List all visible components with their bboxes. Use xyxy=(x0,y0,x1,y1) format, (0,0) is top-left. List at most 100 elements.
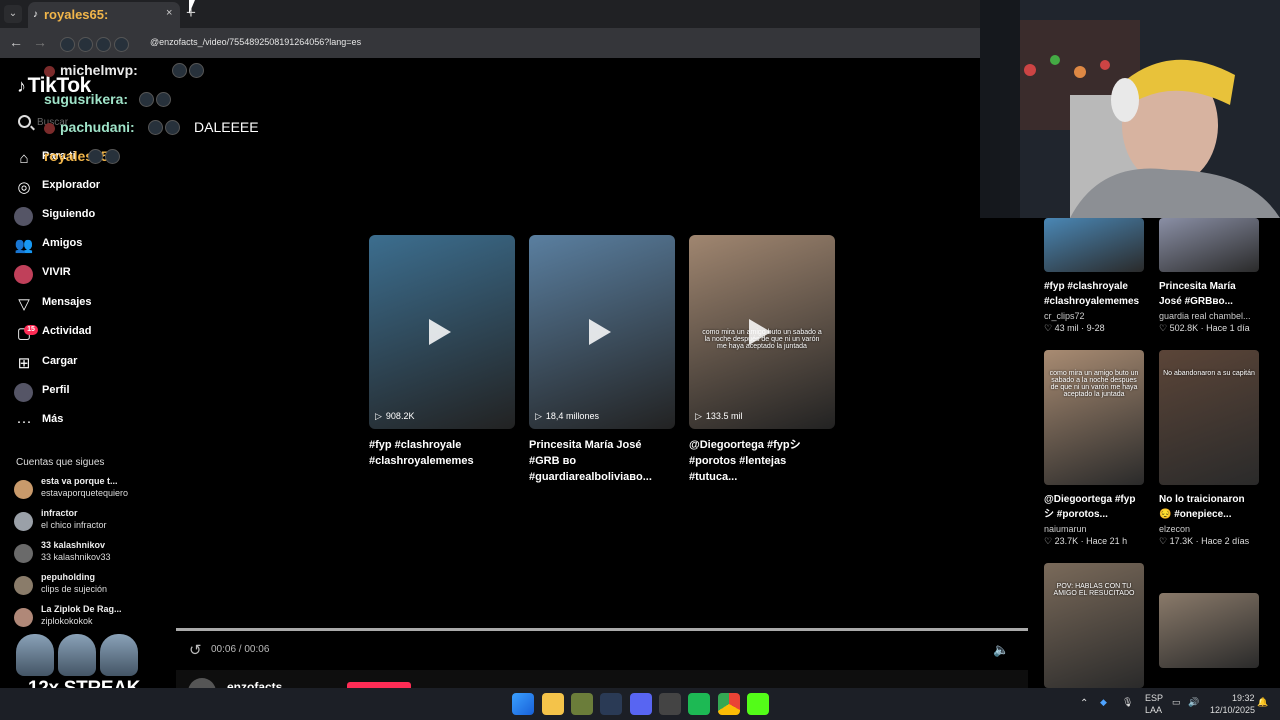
minions-emote xyxy=(16,634,140,676)
sidebar-item-actividad[interactable]: ▢ Actividad xyxy=(14,321,164,347)
recommended-video[interactable]: No abandonaron a su capitán No lo traicio… xyxy=(1159,350,1259,547)
following-item[interactable]: La Ziplok De Rag... ziplokokokok xyxy=(14,604,164,634)
obs-icon[interactable] xyxy=(659,693,681,715)
tray-notifications-icon[interactable]: 🔔 xyxy=(1257,697,1268,708)
following-handle: 33 kalashnikov33 xyxy=(41,552,111,562)
replay-icon[interactable]: ↺ xyxy=(189,641,202,659)
recommended-user[interactable]: naiumarun xyxy=(1044,524,1144,534)
video-card[interactable]: ▷ 908.2K #fyp #clashroyale #clashroyalemem… xyxy=(369,235,515,469)
sidebar-item-siguiendo[interactable]: Siguiendo xyxy=(14,204,164,230)
volume-icon[interactable]: 🔈 xyxy=(993,642,1009,658)
tray-date[interactable]: 12/10/2025 xyxy=(1210,705,1255,715)
following-name: esta va porque t... xyxy=(41,476,118,486)
tab-close-icon[interactable]: × xyxy=(166,7,172,19)
video-title[interactable]: Princesita María José #GRB ʙᴏ #guardiare… xyxy=(529,437,675,485)
sidebar-item-label: Mensajes xyxy=(42,296,92,308)
recommended-user[interactable]: elzecon xyxy=(1159,524,1259,534)
chat-emotes xyxy=(139,92,171,107)
browser-tab[interactable]: ♪ royales65: × xyxy=(28,2,180,28)
profile-avatar-icon xyxy=(14,383,33,402)
sidebar-item-label: Siguiendo xyxy=(42,208,96,220)
recommended-video[interactable]: como mira un amigo buto un sabado a la n… xyxy=(1044,350,1144,547)
tiktok-favicon-icon: ♪ xyxy=(33,9,38,20)
tray-volume-icon[interactable]: 🔊 xyxy=(1188,697,1199,708)
following-item[interactable]: infractor el chico infractor xyxy=(14,508,164,538)
chrome-icon[interactable] xyxy=(718,693,740,715)
tray-mic-icon[interactable]: 🎙 xyxy=(1122,697,1133,708)
video-thumbnail[interactable]: ▷ 908.2K xyxy=(369,235,515,429)
recommended-title[interactable]: @Diegoortega #fyp シ #porotos... xyxy=(1044,492,1144,522)
video-thumbnail[interactable]: como mira un amigo buto un sabado a la n… xyxy=(689,235,835,429)
streamer-webcam xyxy=(980,0,1280,218)
chat-line: michelmvp: xyxy=(44,62,284,82)
back-arrow-icon[interactable]: ← xyxy=(9,34,23,50)
recommended-thumbnail[interactable]: como mira un amigo buto un sabado a la n… xyxy=(1044,350,1144,485)
video-card[interactable]: como mira un amigo buto un sabado a la n… xyxy=(689,235,835,485)
sidebar-item-vivir[interactable]: VIVIR xyxy=(14,262,164,288)
recommended-thumbnail[interactable] xyxy=(1159,593,1259,668)
view-count-value: 908.2K xyxy=(385,411,415,421)
video-thumbnail[interactable]: ▷ 18,4 millones xyxy=(529,235,675,429)
recommended-user[interactable]: guardia real chambel... xyxy=(1159,311,1259,321)
sidebar-item-explorador[interactable]: ◎ Explorador xyxy=(14,175,164,201)
recommended-title[interactable]: Princesita María José #GRBʙo... xyxy=(1159,279,1259,309)
upload-plus-icon: ⊞ xyxy=(17,355,31,372)
chat-badge-icon xyxy=(44,123,55,134)
video-title[interactable]: @Diegoortega #fypシ #porotos #lentejas #t… xyxy=(689,437,835,485)
tray-network-icon[interactable]: ▭ xyxy=(1172,697,1181,708)
following-handle: ziplokokokok xyxy=(41,616,93,626)
app-icon[interactable] xyxy=(571,693,593,715)
chat-username: michelmvp: xyxy=(60,62,138,78)
video-title[interactable]: #fyp #clashroyale #clashroyalememes xyxy=(369,437,515,469)
minion-figure xyxy=(16,634,54,676)
playback-time: 00:06 / 00:06 xyxy=(211,644,270,655)
chat-emotes xyxy=(88,149,120,164)
url-field[interactable]: @enzofacts_/video/7554892508191264056?la… xyxy=(150,37,361,47)
address-bar: ← → @enzofacts_/video/755489250819126405… xyxy=(0,28,980,58)
recommended-video[interactable]: Princesita María José #GRBʙo... guardia r… xyxy=(1159,218,1259,334)
chat-badge-icon xyxy=(44,66,55,77)
recommended-user[interactable]: cr_clips72 xyxy=(1044,311,1144,321)
spotify-icon[interactable] xyxy=(688,693,710,715)
forward-arrow-icon[interactable]: → xyxy=(33,34,47,50)
recommended-thumbnail[interactable] xyxy=(1044,218,1144,272)
recommended-thumbnail[interactable]: No abandonaron a su capitán xyxy=(1159,350,1259,485)
recommended-thumbnail[interactable] xyxy=(1159,218,1259,272)
tray-time[interactable]: 19:32 xyxy=(1232,693,1255,703)
recommended-video[interactable]: #fyp #clashroyale #clashroyalememes cr_cl… xyxy=(1044,218,1144,334)
steam-icon[interactable] xyxy=(600,693,622,715)
following-name: infractor xyxy=(41,508,78,518)
sidebar-item-más[interactable]: ··· Más xyxy=(14,409,164,435)
following-item[interactable]: pepuholding clips de sujeción xyxy=(14,572,164,602)
sidebar-item-perfil[interactable]: Perfil xyxy=(14,380,164,406)
start-windows-icon[interactable] xyxy=(512,693,534,715)
video-progress-bar[interactable] xyxy=(176,628,1028,631)
view-count-value: 133.5 mil xyxy=(705,411,743,421)
tray-chevron-icon[interactable]: ⌃ xyxy=(1080,698,1088,709)
following-avatar xyxy=(14,544,33,563)
recommended-title[interactable]: No lo traicionaron 😔 #onepiece... xyxy=(1159,492,1259,522)
file-explorer-icon[interactable] xyxy=(542,693,564,715)
tray-language-layout[interactable]: LAA xyxy=(1145,705,1162,715)
recommended-video[interactable]: POV: HABLAS CON TU AMIGO EL RESUCITADO xyxy=(1044,563,1144,688)
play-icon xyxy=(589,319,611,345)
video-card[interactable]: ▷ 18,4 millones Princesita María José #GRB… xyxy=(529,235,675,485)
chat-line: sugusrikera: xyxy=(44,91,284,111)
sidebar-item-label: Cargar xyxy=(42,355,78,367)
kick-icon[interactable] xyxy=(747,693,769,715)
following-item[interactable]: esta va porque t... estavaporquetequiero xyxy=(14,476,164,506)
tab-list-dropdown[interactable]: ⌄ xyxy=(4,5,22,23)
sidebar-item-amigos[interactable]: 👥 Amigos xyxy=(14,233,164,259)
recommended-title[interactable]: #fyp #clashroyale #clashroyalememes xyxy=(1044,279,1144,309)
following-item[interactable]: 33 kalashnikov 33 kalashnikov33 xyxy=(14,540,164,570)
recommended-thumbnail[interactable]: POV: HABLAS CON TU AMIGO EL RESUCITADO xyxy=(1044,563,1144,688)
play-small-icon: ▷ xyxy=(535,411,542,421)
tray-defender-icon[interactable]: ◆ xyxy=(1100,697,1107,708)
recommended-meta: ♡ 23.7K · Hace 21 h xyxy=(1044,536,1128,546)
sidebar-item-mensajes[interactable]: ▽ Mensajes xyxy=(14,292,164,318)
live-avatar-icon xyxy=(14,265,33,284)
tray-language[interactable]: ESP xyxy=(1145,693,1163,703)
sidebar-item-cargar[interactable]: ⊞ Cargar xyxy=(14,351,164,377)
discord-icon[interactable] xyxy=(630,693,652,715)
recommended-video[interactable] xyxy=(1159,593,1259,668)
